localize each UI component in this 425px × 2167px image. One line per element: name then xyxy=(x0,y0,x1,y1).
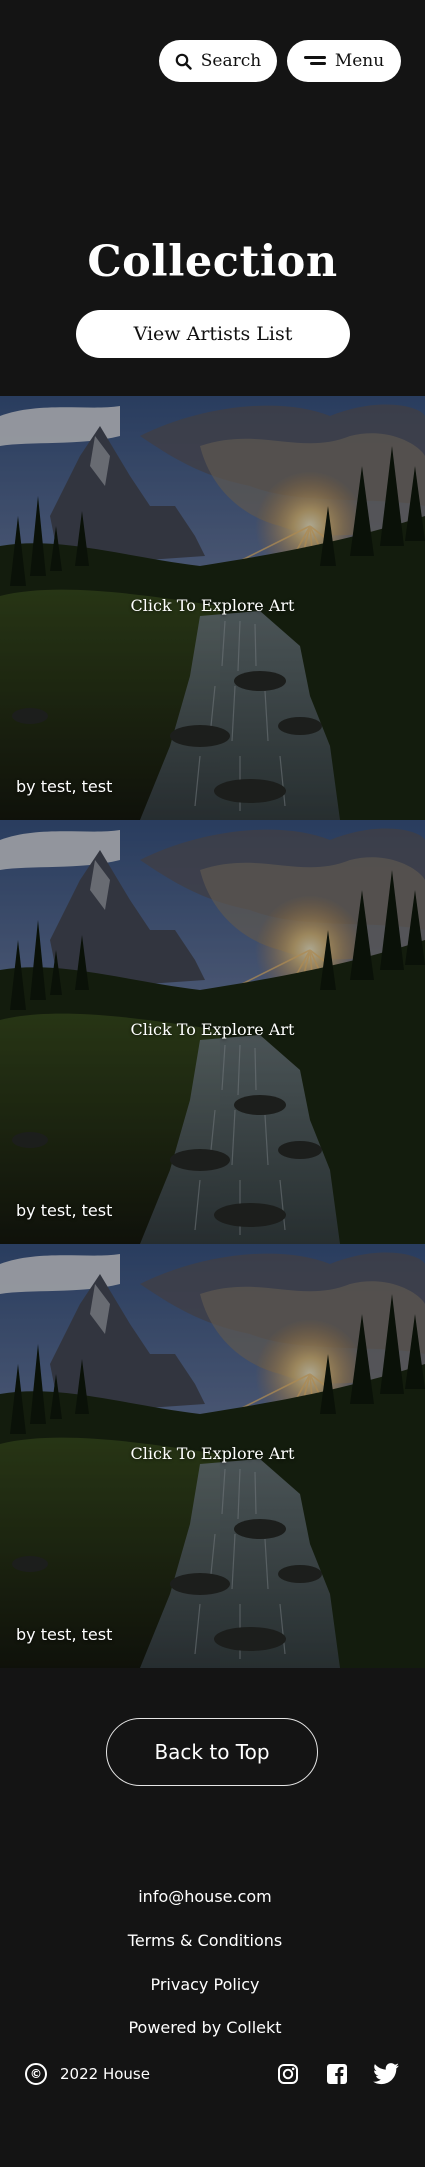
search-label: Search xyxy=(200,51,262,71)
artwork-card[interactable]: Click To Explore Art by test, test xyxy=(0,820,425,1244)
site-header: Search Menu xyxy=(0,40,425,82)
page-title: Collection xyxy=(87,237,338,287)
email-link[interactable]: info@house.com xyxy=(0,1887,410,1906)
powered-by-link[interactable]: Powered by Collekt xyxy=(0,2018,410,2037)
copyright-text: 2022 House xyxy=(60,2065,150,2083)
artwork-card[interactable]: Click To Explore Art by test, test xyxy=(0,396,425,820)
copyright-icon: © xyxy=(25,2063,47,2085)
search-button[interactable]: Search xyxy=(159,40,277,82)
back-to-top-button[interactable]: Back to Top xyxy=(106,1718,318,1786)
menu-button[interactable]: Menu xyxy=(287,40,401,82)
explore-art-label: Click To Explore Art xyxy=(130,1020,295,1039)
copyright: © 2022 House xyxy=(25,2060,150,2088)
artwork-byline: by test, test xyxy=(16,1625,113,1644)
search-icon xyxy=(175,53,192,70)
facebook-icon[interactable] xyxy=(326,2061,348,2087)
privacy-link[interactable]: Privacy Policy xyxy=(0,1975,410,1994)
view-artists-button[interactable]: View Artists List xyxy=(76,310,350,358)
explore-art-label: Click To Explore Art xyxy=(130,596,295,615)
terms-link[interactable]: Terms & Conditions xyxy=(0,1931,410,1950)
menu-icon xyxy=(303,56,326,65)
artwork-card[interactable]: Click To Explore Art by test, test xyxy=(0,1244,425,1668)
instagram-icon[interactable] xyxy=(277,2061,299,2087)
twitter-icon[interactable] xyxy=(373,2061,400,2087)
menu-label: Menu xyxy=(334,51,385,71)
explore-art-label: Click To Explore Art xyxy=(130,1444,295,1463)
artwork-byline: by test, test xyxy=(16,1201,113,1220)
artwork-byline: by test, test xyxy=(16,777,113,796)
